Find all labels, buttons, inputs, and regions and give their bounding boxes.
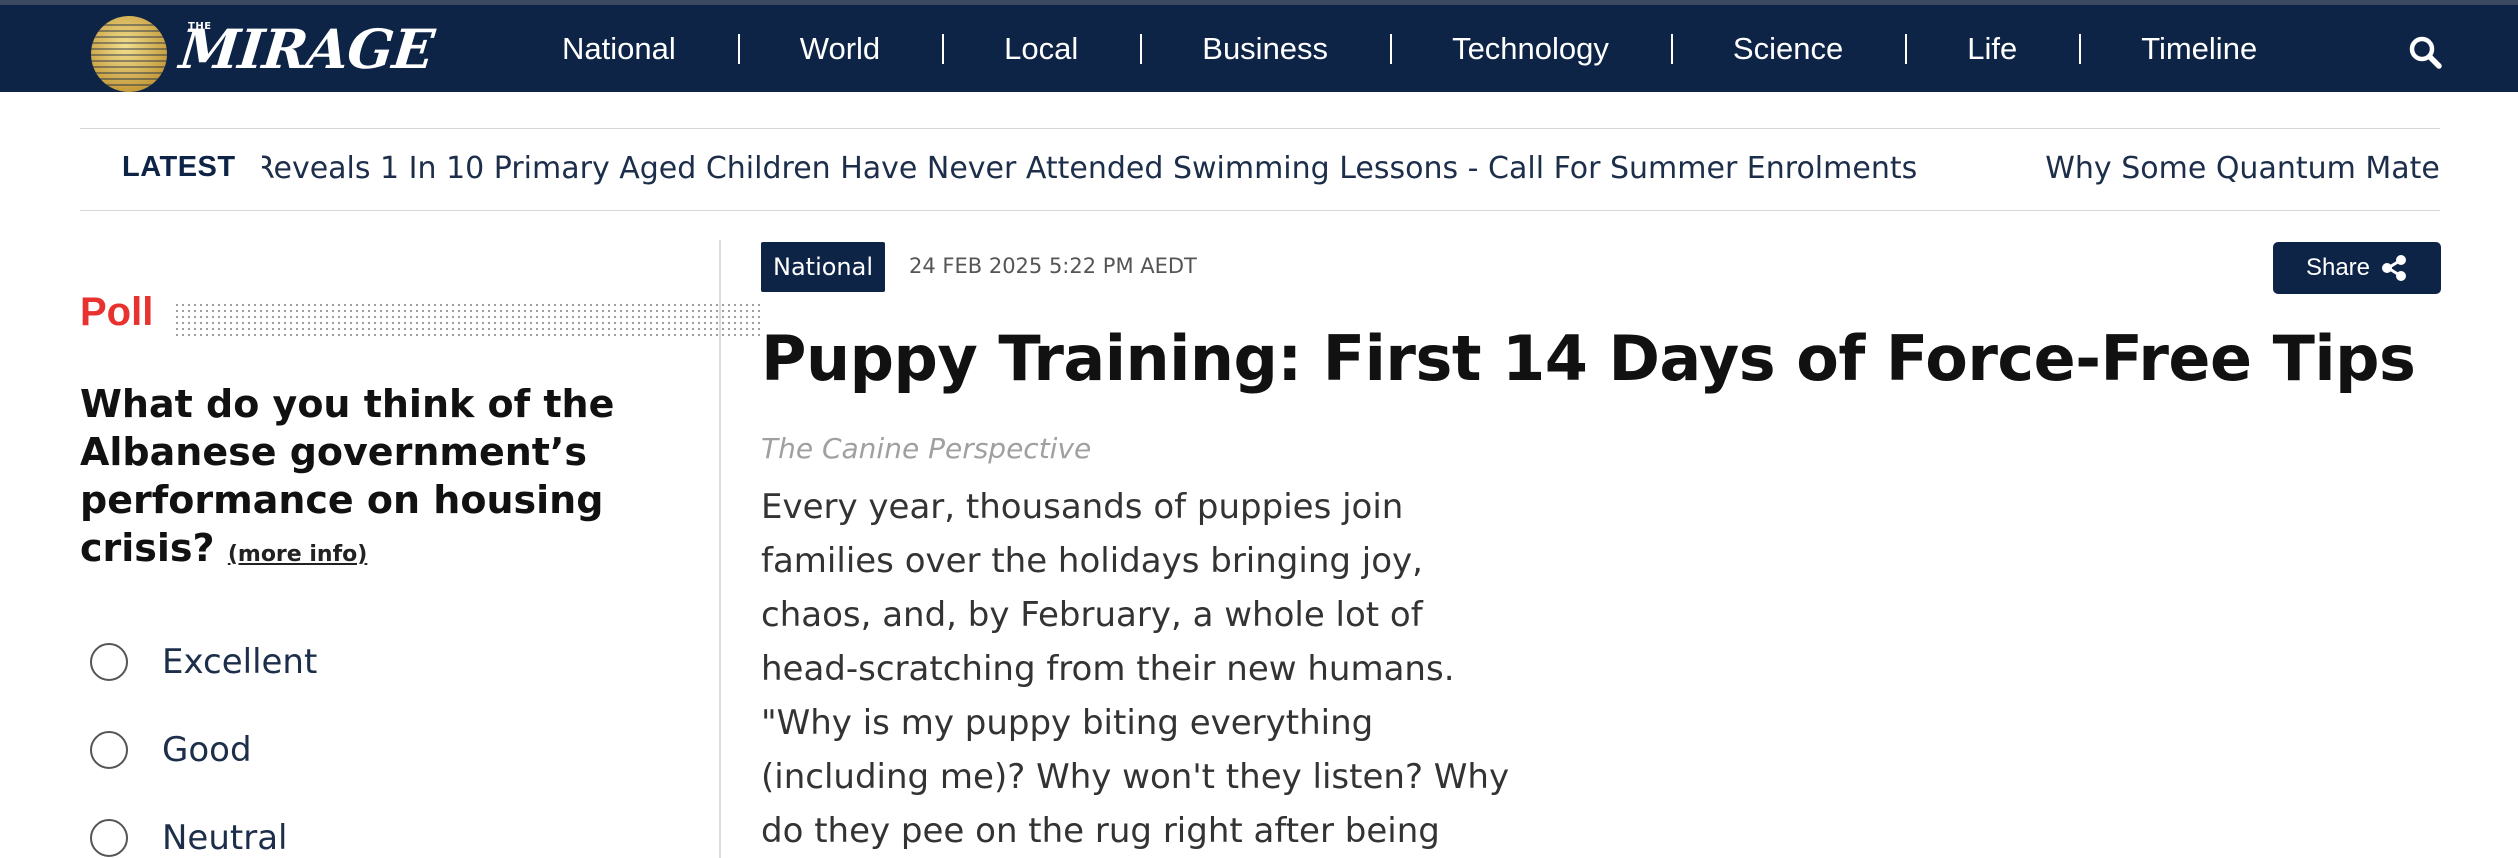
article-headline: Puppy Training: First 14 Days of Force-F…	[761, 322, 2416, 395]
nav-item-science[interactable]: Science	[1670, 31, 1905, 67]
nav-item-technology[interactable]: Technology	[1390, 31, 1671, 67]
radio-button[interactable]	[90, 819, 128, 857]
share-icon	[2382, 255, 2407, 281]
poll-option-label: Excellent	[162, 642, 318, 682]
column-divider	[719, 240, 721, 858]
share-button[interactable]: Share	[2273, 242, 2441, 294]
poll-options: Excellent Good Neutral	[90, 618, 317, 858]
poll-dotted-divider	[174, 302, 760, 338]
top-nav-bar: THE MIRAGE National World Local Business…	[0, 0, 2518, 92]
poll-title: Poll	[80, 290, 154, 334]
nav-item-world[interactable]: World	[737, 31, 942, 67]
ticker-track: Reveals 1 In 10 Primary Aged Children Ha…	[262, 151, 2440, 187]
nav-item-life[interactable]: Life	[1905, 31, 2079, 67]
nav-item-local[interactable]: Local	[942, 31, 1140, 67]
poll-widget: Poll What do you think of the Albanese g…	[80, 240, 760, 858]
poll-option-excellent[interactable]: Excellent	[90, 618, 317, 706]
nav-item-timeline[interactable]: Timeline	[2079, 31, 2319, 67]
more-info-link[interactable]: (more info)	[228, 542, 367, 567]
poll-header: Poll	[80, 240, 690, 334]
sun-logo-icon	[91, 16, 167, 92]
article-source: The Canine Perspective	[761, 432, 1092, 465]
logo-wordmark: MIRAGE	[176, 17, 437, 81]
nav-item-national[interactable]: National	[500, 31, 738, 67]
radio-button[interactable]	[90, 731, 128, 769]
category-badge[interactable]: National	[761, 242, 886, 292]
search-icon	[2409, 36, 2442, 69]
nav-item-business[interactable]: Business	[1140, 31, 1390, 67]
radio-button[interactable]	[90, 643, 128, 681]
share-label: Share	[2305, 254, 2371, 281]
article-body: Every year, thousands of puppies join fa…	[761, 487, 1510, 851]
poll-question: What do you think of the Albanese govern…	[80, 380, 640, 579]
ticker-label: LATEST	[122, 151, 236, 183]
latest-ticker: LATEST Reveals 1 In 10 Primary Aged Chil…	[80, 128, 2440, 211]
poll-option-good[interactable]: Good	[90, 706, 317, 794]
poll-option-label: Neutral	[162, 818, 288, 858]
ticker-headline[interactable]: Reveals 1 In 10 Primary Aged Children Ha…	[262, 151, 1917, 186]
poll-option-label: Good	[162, 730, 252, 770]
site-logo[interactable]: THE MIRAGE	[88, 11, 436, 92]
article-date: 24 FEB 2025 5:22 PM AEDT	[909, 254, 1197, 278]
search-button[interactable]	[2408, 35, 2442, 69]
main-nav: National World Local Business Technology…	[500, 5, 2319, 92]
poll-option-neutral[interactable]: Neutral	[90, 794, 317, 858]
ticker-headline[interactable]: Why Some Quantum Materia	[2045, 151, 2440, 186]
